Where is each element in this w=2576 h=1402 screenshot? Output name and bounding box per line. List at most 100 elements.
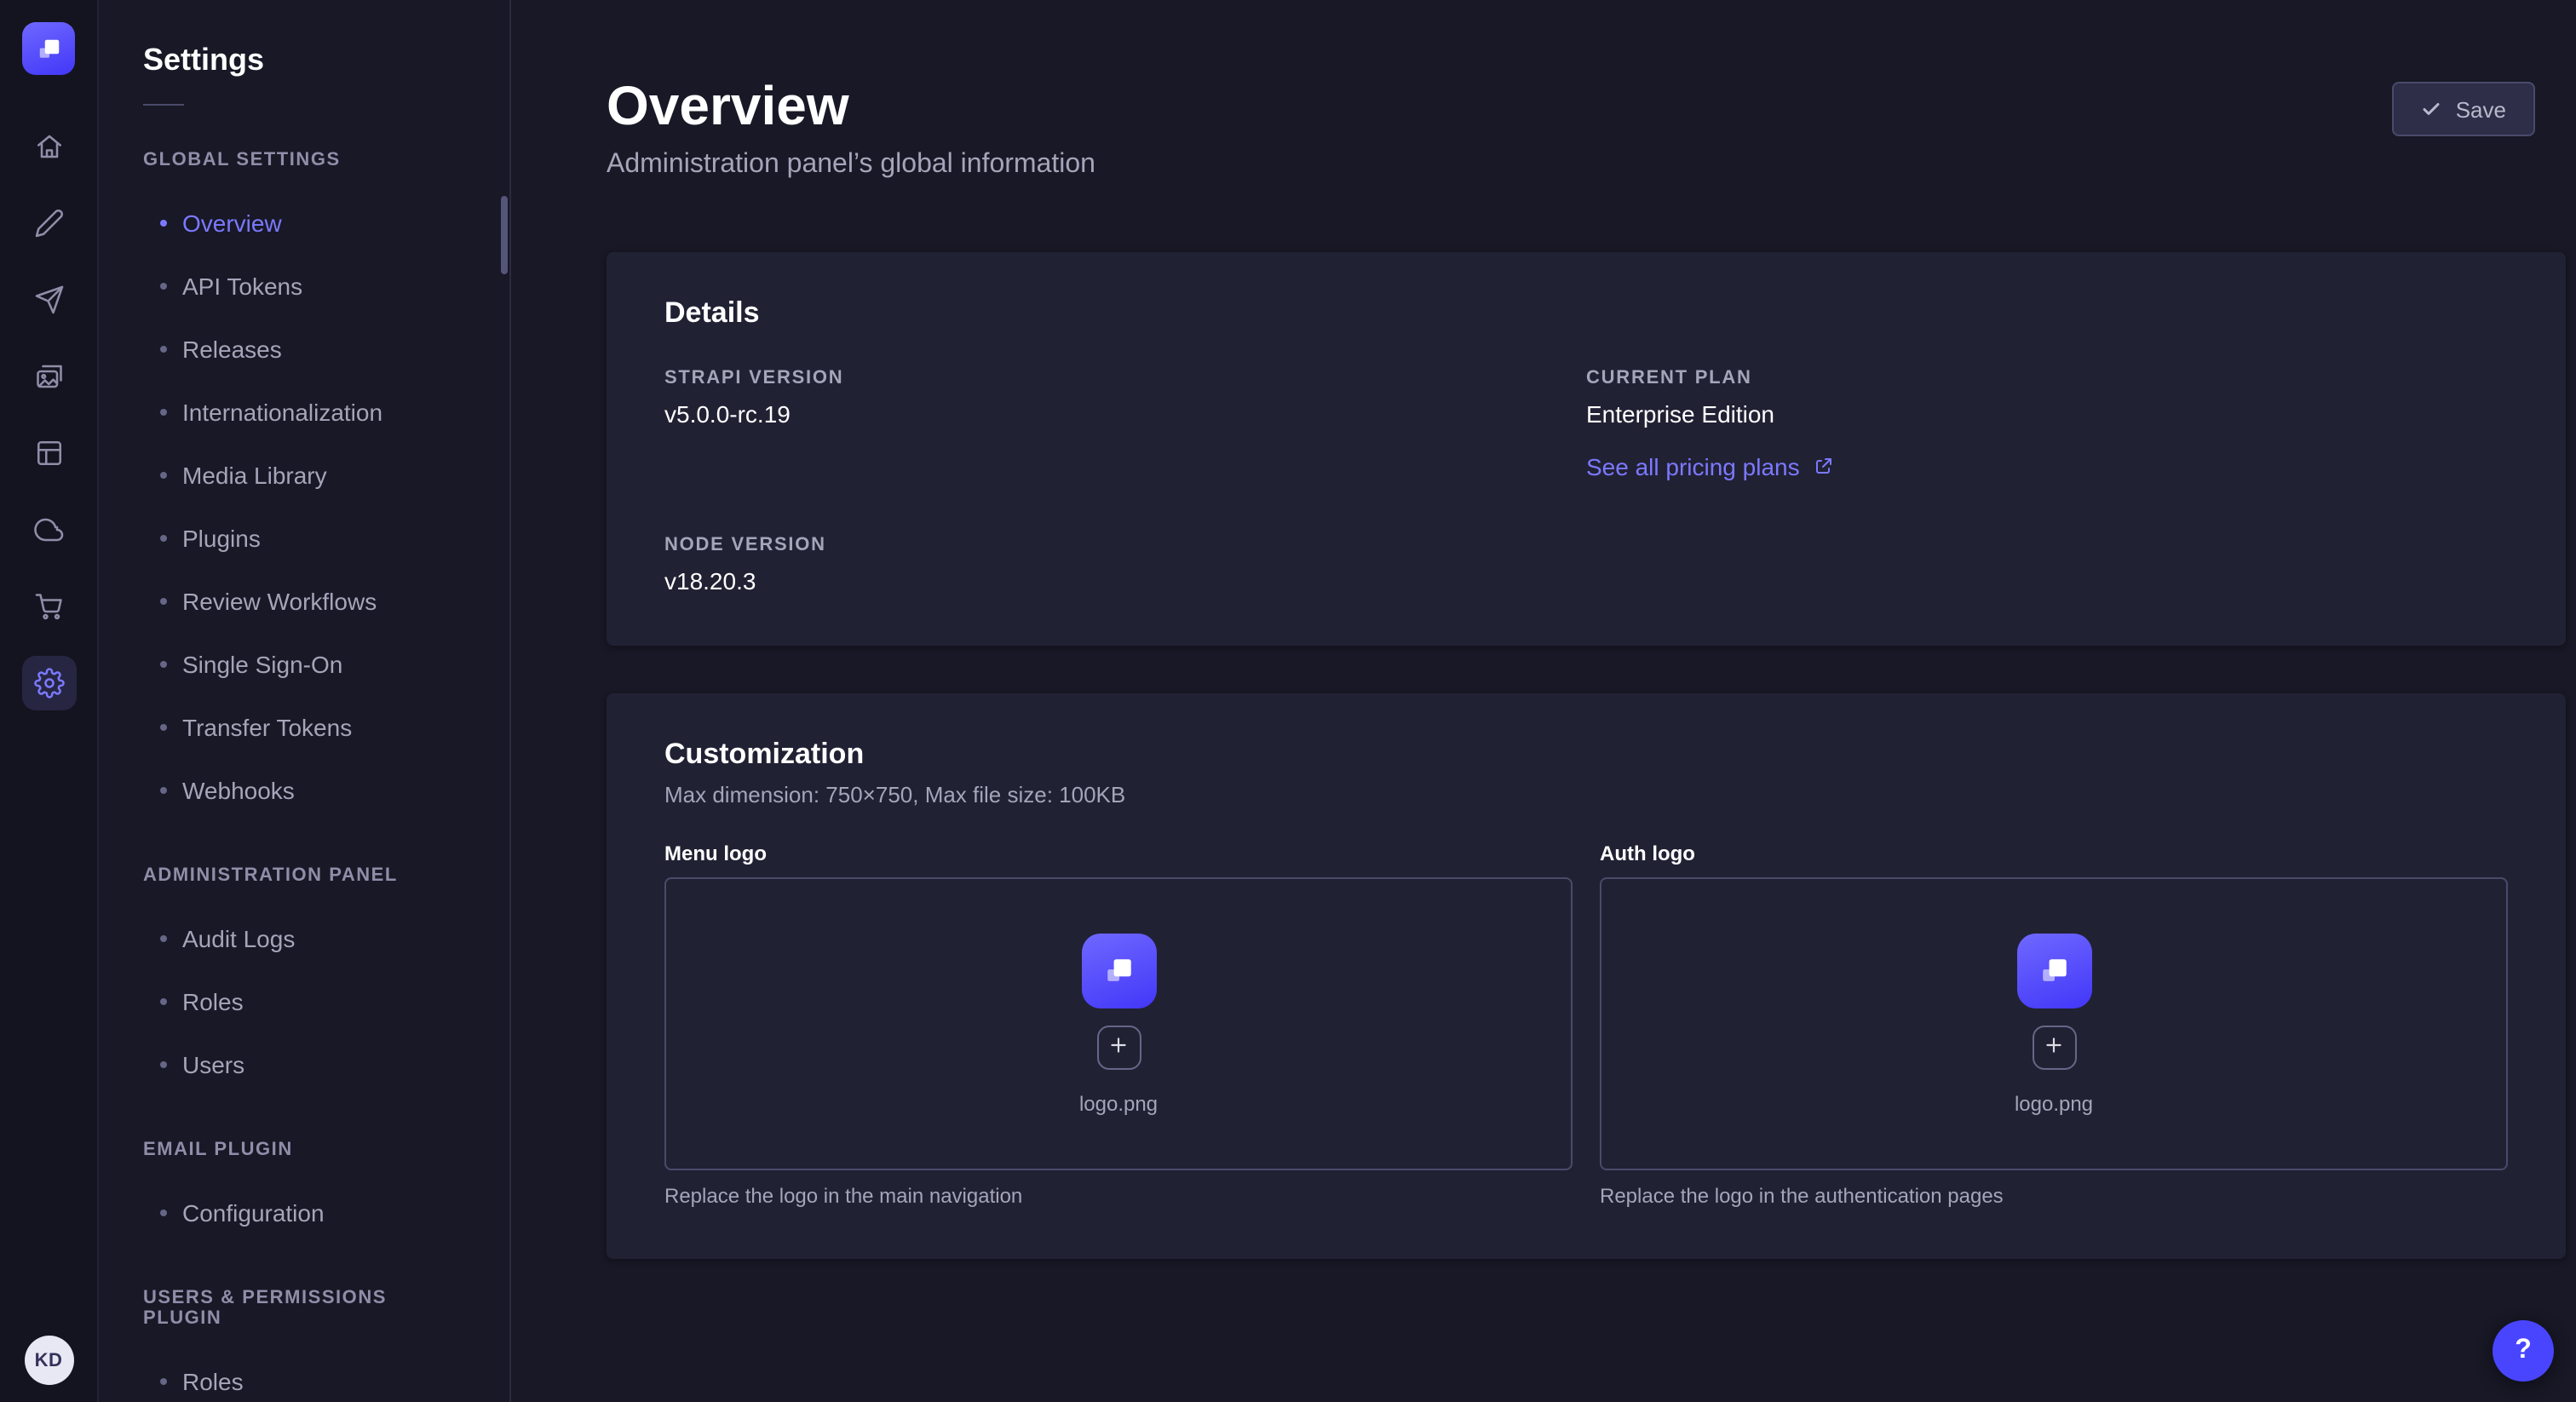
bullet-icon	[160, 345, 167, 352]
settings-sections: GLOBAL SETTINGS Overview API Tokens Release…	[99, 150, 509, 1402]
sidebar-item-label: Internationalization	[182, 398, 382, 425]
upload-field-label: Menu logo	[664, 842, 1573, 865]
external-link-icon	[1814, 457, 1834, 477]
sidebar-item-review-workflows[interactable]: Review Workflows	[99, 569, 509, 632]
sidebar-item-plugins[interactable]: Plugins	[99, 506, 509, 569]
sidebar-item-roles[interactable]: Roles	[99, 969, 509, 1032]
sidebar-item-configuration[interactable]: Configuration	[99, 1181, 509, 1244]
sidebar-item-label: Review Workflows	[182, 587, 377, 614]
detail-field-label: CURRENT PLAN	[1586, 368, 2508, 388]
bullet-icon	[160, 408, 167, 415]
subnav-title: Settings	[99, 43, 509, 78]
content-area: Details STRAPI VERSION v5.0.0-rc.19CURREN…	[511, 252, 2576, 1259]
page-title: Overview	[607, 75, 1095, 136]
page-subtitle: Administration panel’s global informatio…	[607, 150, 1095, 181]
rail-nav-items	[21, 119, 76, 710]
sidebar-item-webhooks[interactable]: Webhooks	[99, 758, 509, 821]
bullet-icon	[160, 534, 167, 541]
logo-dropzone[interactable]: logo.png	[1600, 877, 2508, 1170]
details-card-title: Details	[664, 296, 2508, 330]
sidebar-item-label: Roles	[182, 1367, 244, 1394]
sidebar-item-label: Releases	[182, 335, 282, 362]
check-icon	[2422, 99, 2442, 119]
layout-icon[interactable]	[21, 426, 76, 480]
images-icon[interactable]	[21, 349, 76, 404]
sidebar-item-users[interactable]: Users	[99, 1032, 509, 1095]
bullet-icon	[160, 471, 167, 478]
sidebar-item-label: Roles	[182, 987, 244, 1014]
section-label: GLOBAL SETTINGS	[99, 150, 509, 170]
cart-icon[interactable]	[21, 579, 76, 634]
pencil-icon[interactable]	[21, 196, 76, 250]
sidebar-item-internationalization[interactable]: Internationalization	[99, 380, 509, 443]
sidebar-item-transfer-tokens[interactable]: Transfer Tokens	[99, 695, 509, 758]
cloud-icon[interactable]	[21, 503, 76, 557]
customization-constraints: Max dimension: 750×750, Max file size: 1…	[664, 782, 2508, 807]
sidebar-item-api-tokens[interactable]: API Tokens	[99, 254, 509, 317]
add-logo-button[interactable]	[2032, 1025, 2076, 1069]
upload-hint: Replace the logo in the main navigation	[664, 1184, 1573, 1208]
settings-section: ADMINISTRATION PANEL Audit Logs Roles Users	[99, 865, 509, 1095]
bullet-icon	[160, 597, 167, 604]
sidebar-item-label: Plugins	[182, 524, 261, 551]
help-button[interactable]: ?	[2493, 1320, 2554, 1382]
plus-icon	[2043, 1033, 2065, 1060]
section-label: ADMINISTRATION PANEL	[99, 865, 509, 886]
detail-field-label: NODE VERSION	[664, 535, 1586, 555]
sidebar-item-single-sign-on[interactable]: Single Sign-On	[99, 632, 509, 695]
user-avatar[interactable]: KD	[24, 1336, 73, 1385]
settings-subnav: Settings GLOBAL SETTINGS Overview API Toke…	[99, 0, 511, 1402]
upload-field-label: Auth logo	[1600, 842, 2508, 865]
strapi-mark-icon	[1081, 933, 1156, 1008]
bullet-icon	[160, 1377, 167, 1384]
bullet-icon	[160, 786, 167, 793]
section-items: Overview API Tokens Releases Internationali…	[99, 191, 509, 821]
sidebar-item-label: Overview	[182, 209, 282, 236]
bullet-icon	[160, 723, 167, 730]
logo-filename: logo.png	[1079, 1091, 1158, 1115]
settings-section: USERS & PERMISSIONS PLUGINRolesProviders	[99, 1288, 509, 1402]
bullet-icon	[160, 219, 167, 226]
page-header: Overview Administration panel’s global i…	[511, 0, 2576, 181]
add-logo-button[interactable]	[1096, 1025, 1141, 1069]
home-icon[interactable]	[21, 119, 76, 174]
bullet-icon	[160, 997, 167, 1004]
plus-icon	[1107, 1033, 1130, 1060]
paper-plane-icon[interactable]	[21, 273, 76, 327]
detail-field-label: STRAPI VERSION	[664, 368, 1586, 388]
bullet-icon	[160, 660, 167, 667]
sidebar-item-label: Audit Logs	[182, 924, 295, 951]
strapi-mark-icon	[2016, 933, 2091, 1008]
save-button[interactable]: Save	[2393, 82, 2535, 136]
sidebar-item-label: API Tokens	[182, 272, 302, 299]
logo-dropzone[interactable]: logo.png	[664, 877, 1573, 1170]
logo-upload-field-menu-logo: Menu logo logo.png Replace the logo in the…	[664, 842, 1573, 1208]
customization-card-title: Customization	[664, 738, 2508, 772]
sidebar-item-media-library[interactable]: Media Library	[99, 443, 509, 506]
upload-hint: Replace the logo in the authentication p…	[1600, 1184, 2508, 1208]
detail-field: STRAPI VERSION v5.0.0-rc.19	[664, 368, 1586, 484]
pricing-plans-link-label: See all pricing plans	[1586, 453, 1800, 480]
strapi-logo[interactable]	[22, 22, 75, 75]
pricing-plans-link[interactable]: See all pricing plans	[1586, 453, 1834, 480]
main-content: Overview Administration panel’s global i…	[511, 0, 2576, 1402]
subnav-scrollbar-thumb[interactable]	[501, 196, 508, 274]
detail-field: CURRENT PLANEnterprise EditionSee all pr…	[1586, 368, 2508, 484]
logo-filename: logo.png	[2015, 1091, 2093, 1115]
bullet-icon	[160, 1060, 167, 1067]
sidebar-item-releases[interactable]: Releases	[99, 317, 509, 380]
bullet-icon	[160, 1209, 167, 1215]
sidebar-item-overview[interactable]: Overview	[99, 191, 509, 254]
settings-section: GLOBAL SETTINGS Overview API Tokens Release…	[99, 150, 509, 821]
strapi-mark-icon	[33, 33, 64, 64]
uploads-grid: Menu logo logo.png Replace the logo in the…	[664, 842, 2508, 1208]
gear-icon[interactable]	[21, 656, 76, 710]
bullet-icon	[160, 282, 167, 289]
sidebar-item-audit-logs[interactable]: Audit Logs	[99, 906, 509, 969]
save-button-label: Save	[2456, 96, 2506, 122]
detail-field: NODE VERSIONv18.20.3	[664, 535, 1586, 595]
sidebar-item-roles[interactable]: Roles	[99, 1349, 509, 1402]
bullet-icon	[160, 934, 167, 941]
detail-field-value: v5.0.0-rc.19	[664, 400, 1586, 428]
logo-upload-field-auth-logo: Auth logo logo.png Replace the logo in the…	[1600, 842, 2508, 1208]
